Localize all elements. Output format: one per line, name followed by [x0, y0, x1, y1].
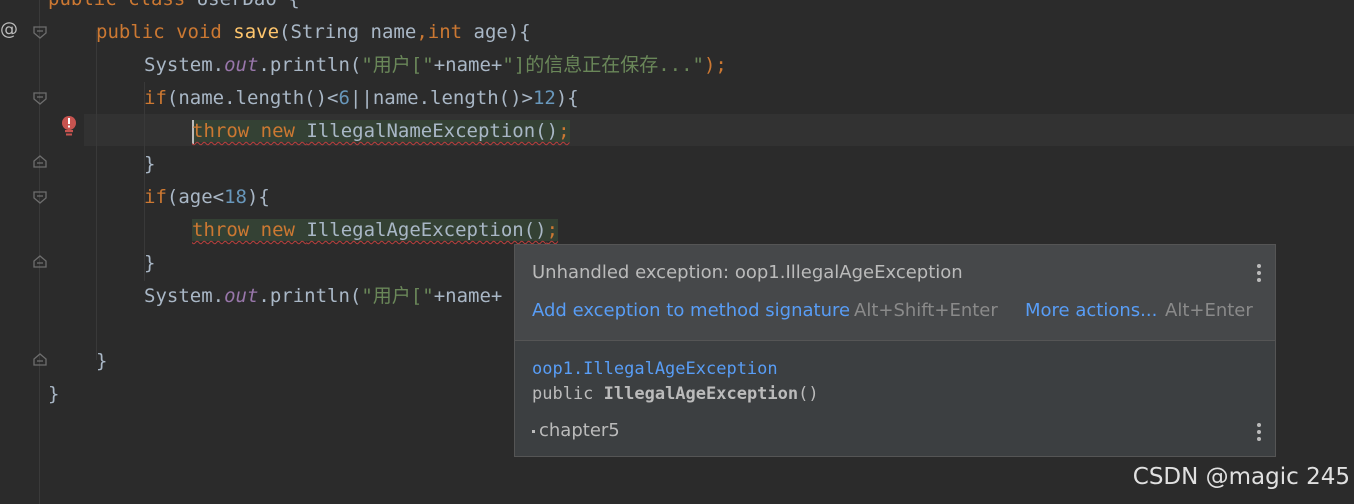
code-token: IllegalNameException()	[306, 120, 559, 142]
fold-end-icon[interactable]	[32, 352, 48, 368]
code-token: );	[703, 54, 727, 76]
indent-guide	[96, 30, 97, 360]
code-token: UserDao {	[197, 0, 300, 10]
code-token: if	[144, 186, 167, 208]
code-token: ||name.length()>	[349, 87, 533, 109]
fold-end-icon[interactable]	[32, 154, 48, 170]
more-actions-shortcut: Alt+Enter	[1165, 300, 1253, 321]
code-token: .println(	[258, 285, 362, 307]
code-line-close-2[interactable]: }	[144, 247, 155, 279]
code-line-close-1[interactable]: }	[144, 148, 155, 180]
fold-icon[interactable]	[32, 189, 48, 205]
code-line-print-2[interactable]: System.out.println("用户["+name+	[144, 280, 502, 312]
code-token: }	[96, 350, 108, 372]
code-token: +name+	[433, 54, 503, 76]
code-token: ,	[416, 21, 428, 43]
code-token: out	[224, 54, 259, 76]
signature-parens: ()	[798, 384, 819, 404]
code-token: .println(	[258, 54, 362, 76]
add-exception-shortcut: Alt+Shift+Enter	[854, 300, 998, 321]
error-highlight: throw new IllegalNameException();	[192, 119, 570, 144]
module-icon	[532, 429, 535, 433]
error-bulb-icon[interactable]	[60, 115, 78, 137]
more-options-icon[interactable]	[1257, 264, 1261, 285]
code-token: IllegalAgeException()	[306, 219, 547, 241]
code-token: +name+	[433, 285, 503, 307]
code-token: }	[144, 252, 156, 274]
code-line-if-2[interactable]: if(age<18){	[144, 181, 270, 213]
gutter-divider	[39, 0, 40, 504]
watermark: CSDN @magic 245	[1132, 464, 1350, 490]
exception-signature: public IllegalAgeException()	[532, 384, 819, 404]
code-token: 12	[532, 87, 556, 109]
code-line-class-decl[interactable]: public class UserDao {	[48, 0, 300, 15]
code-token: ;	[558, 120, 570, 142]
editor-gutter: @	[0, 0, 84, 504]
code-token: "用户["	[361, 285, 434, 307]
code-token: (name.length()<	[166, 87, 339, 109]
code-token: ){	[555, 87, 579, 109]
code-line-close-method[interactable]: }	[96, 345, 107, 377]
code-token: "]的信息正在保存..."	[502, 54, 704, 76]
code-token: (age<	[166, 186, 225, 208]
code-line-method-decl[interactable]: public void save(String name,int age){	[96, 16, 531, 48]
override-marker-icon[interactable]: @	[0, 19, 18, 40]
code-token: "用户["	[361, 54, 434, 76]
code-token: save	[233, 21, 280, 43]
code-line-if-1[interactable]: if(name.length()<6||name.length()>12){	[144, 82, 579, 114]
error-quickfix-popup: Unhandled exception: oop1.IllegalAgeExce…	[514, 244, 1276, 457]
code-token: age){	[473, 21, 531, 43]
code-token: if	[144, 87, 167, 109]
error-highlight: throw new IllegalAgeException();	[192, 219, 559, 241]
code-token: throw new	[192, 219, 307, 241]
more-options-icon[interactable]	[1257, 423, 1261, 444]
popup-error-title: Unhandled exception: oop1.IllegalAgeExce…	[532, 262, 963, 283]
code-token: public class	[48, 0, 197, 10]
code-token: }	[144, 153, 156, 175]
code-token: }	[48, 383, 60, 405]
fold-icon[interactable]	[32, 90, 48, 106]
signature-modifier: public	[532, 384, 604, 404]
code-token: (String name	[279, 21, 417, 43]
module-name: chapter5	[532, 420, 620, 441]
more-actions-link[interactable]: More actions...	[1025, 300, 1157, 321]
module-label: chapter5	[539, 420, 620, 441]
code-line-throw-1[interactable]: throw new IllegalNameException();	[192, 115, 570, 147]
signature-class-name: IllegalAgeException	[603, 384, 799, 404]
fold-icon[interactable]	[32, 24, 48, 40]
popup-header	[515, 245, 1275, 340]
code-token: throw new	[192, 120, 307, 142]
add-exception-to-signature-link[interactable]: Add exception to method signature	[532, 300, 850, 321]
code-token: 6	[338, 87, 350, 109]
code-token: public void	[96, 21, 234, 43]
exception-qualified-name-link[interactable]: oop1.IllegalAgeException	[532, 359, 778, 379]
code-token: System.	[144, 285, 225, 307]
code-line-print-1[interactable]: System.out.println("用户["+name+"]的信息正在保存.…	[144, 49, 727, 81]
code-token: ){	[246, 186, 270, 208]
code-token: 18	[224, 186, 247, 208]
code-token: int	[427, 21, 474, 43]
code-token: ;	[546, 219, 559, 241]
code-line-throw-2[interactable]: throw new IllegalAgeException();	[192, 214, 559, 246]
popup-divider	[515, 340, 1275, 341]
code-token: System.	[144, 54, 225, 76]
code-line-close-class[interactable]: }	[48, 378, 59, 410]
fold-end-icon[interactable]	[32, 254, 48, 270]
code-token: out	[224, 285, 259, 307]
